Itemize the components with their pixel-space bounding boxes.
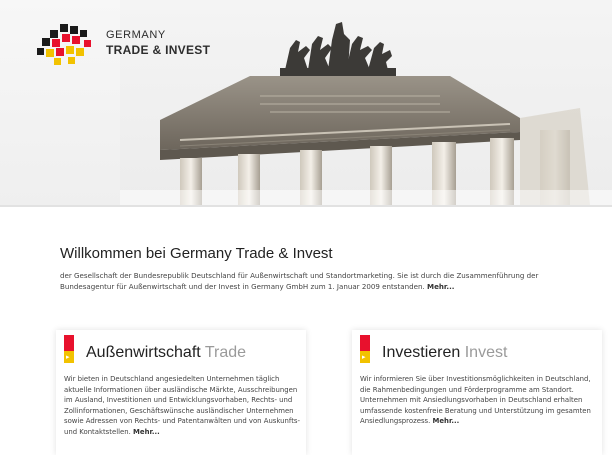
card-flag-icon: ▸: [64, 335, 74, 365]
card-trade-paragraph: Wir bieten in Deutschland angesiedelten …: [64, 375, 300, 436]
arrow-right-icon: ▸: [66, 353, 70, 361]
welcome-paragraph: der Gesellschaft der Bundesrepublik Deut…: [60, 271, 539, 291]
card-trade-title-main[interactable]: Außenwirtschaft: [86, 344, 201, 361]
card-trade-title[interactable]: Außenwirtschaft Trade: [86, 344, 246, 362]
card-trade-more-link[interactable]: Mehr...: [133, 428, 160, 436]
card-invest-title-main[interactable]: Investieren: [382, 344, 460, 361]
card-invest-text: Wir informieren Sie über Investitionsmög…: [360, 374, 596, 427]
header-divider: [0, 205, 612, 207]
logo-text-trade-invest: TRADE & INVEST: [106, 43, 211, 57]
card-invest-title-sub[interactable]: Invest: [465, 344, 508, 361]
card-invest-title[interactable]: Investieren Invest: [382, 344, 507, 362]
card-trade: ▸ Außenwirtschaft Trade Wir bieten in De…: [56, 330, 306, 455]
card-trade-title-sub[interactable]: Trade: [205, 344, 246, 361]
welcome-text: der Gesellschaft der Bundesrepublik Deut…: [60, 270, 580, 292]
welcome-title: Willkommen bei Germany Trade & Invest: [60, 245, 333, 262]
welcome-more-link[interactable]: Mehr...: [427, 282, 455, 291]
card-invest-more-link[interactable]: Mehr...: [433, 417, 460, 425]
card-trade-text: Wir bieten in Deutschland angesiedelten …: [64, 374, 300, 438]
card-invest: ▸ Investieren Invest Wir informieren Sie…: [352, 330, 602, 455]
logo-mark-icon: [37, 24, 91, 65]
logo[interactable]: GERMANY TRADE & INVEST: [34, 22, 224, 66]
arrow-right-icon: ▸: [362, 353, 366, 361]
logo-text-germany: GERMANY: [106, 29, 166, 41]
header-banner: GERMANY TRADE & INVEST: [0, 0, 612, 205]
card-flag-icon: ▸: [360, 335, 370, 365]
card-invest-paragraph: Wir informieren Sie über Investitionsmög…: [360, 375, 591, 426]
